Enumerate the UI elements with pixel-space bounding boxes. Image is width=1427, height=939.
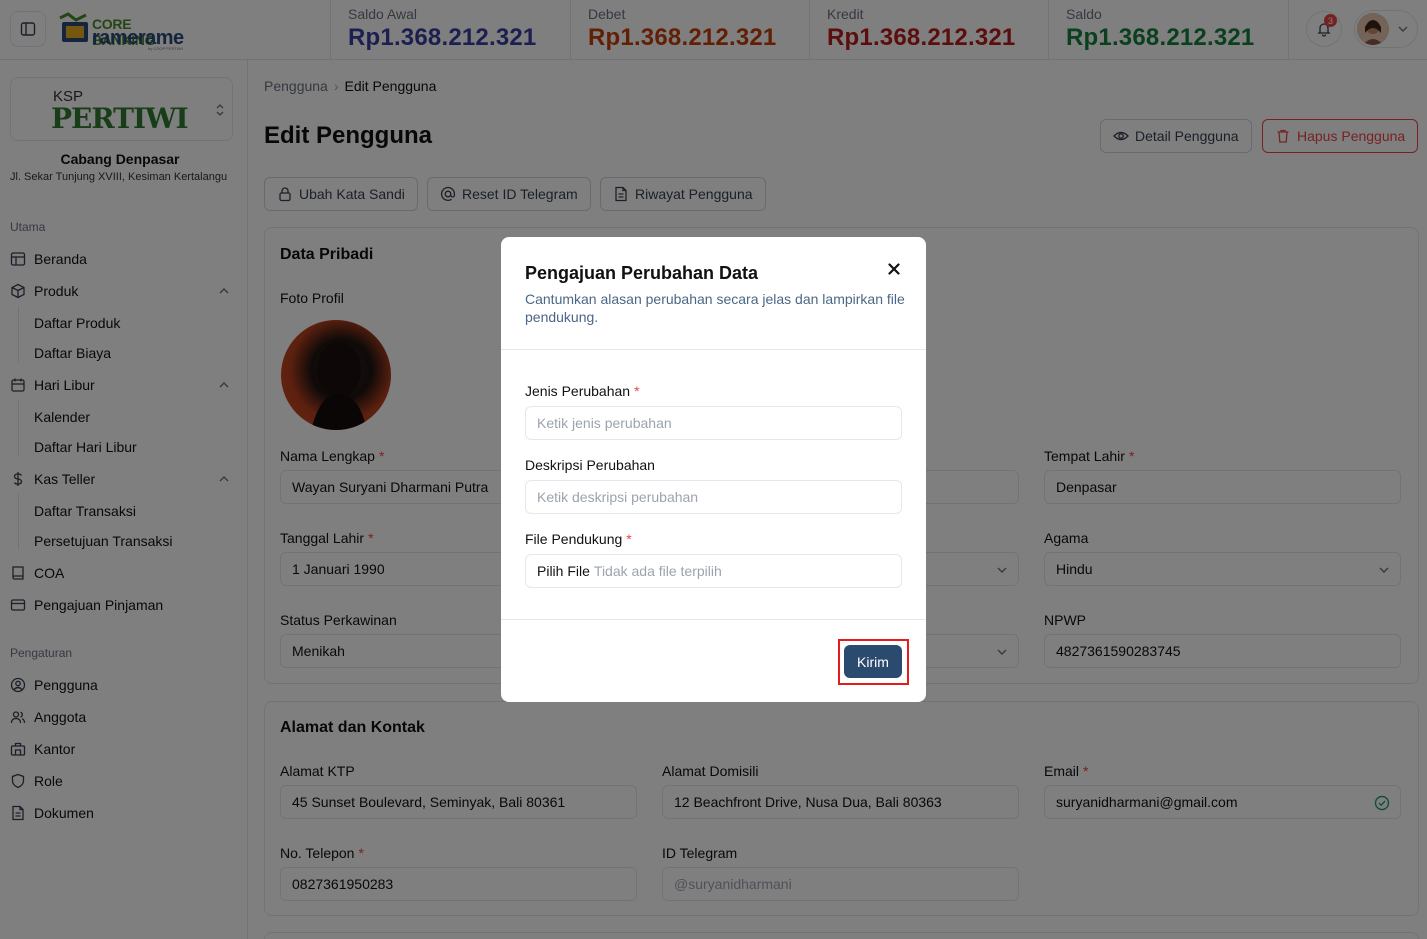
supporting-file-label: File Pendukung *: [525, 531, 632, 547]
modal-divider: [501, 349, 926, 350]
submit-button[interactable]: Kirim: [844, 645, 902, 678]
change-request-modal: Pengajuan Perubahan Data Cantumkan alasa…: [501, 237, 926, 702]
modal-description: Cantumkan alasan perubahan secara jelas …: [525, 291, 905, 325]
modal-divider: [501, 619, 926, 620]
choose-file-button[interactable]: Pilih File: [537, 563, 590, 579]
supporting-file-input[interactable]: Pilih File Tidak ada file terpilih: [525, 554, 902, 588]
modal-title: Pengajuan Perubahan Data: [525, 263, 759, 283]
change-description-label: Deskripsi Perubahan: [525, 457, 655, 473]
change-type-input[interactable]: Ketik jenis perubahan: [525, 406, 902, 440]
app-root: CORE BANKING ramerame by COOP PERTIWI Sa…: [0, 0, 1427, 939]
close-icon[interactable]: [886, 261, 902, 277]
change-description-input[interactable]: Ketik deskripsi perubahan: [525, 480, 902, 514]
change-type-label: Jenis Perubahan *: [525, 383, 640, 399]
file-status: Tidak ada file terpilih: [593, 563, 722, 579]
